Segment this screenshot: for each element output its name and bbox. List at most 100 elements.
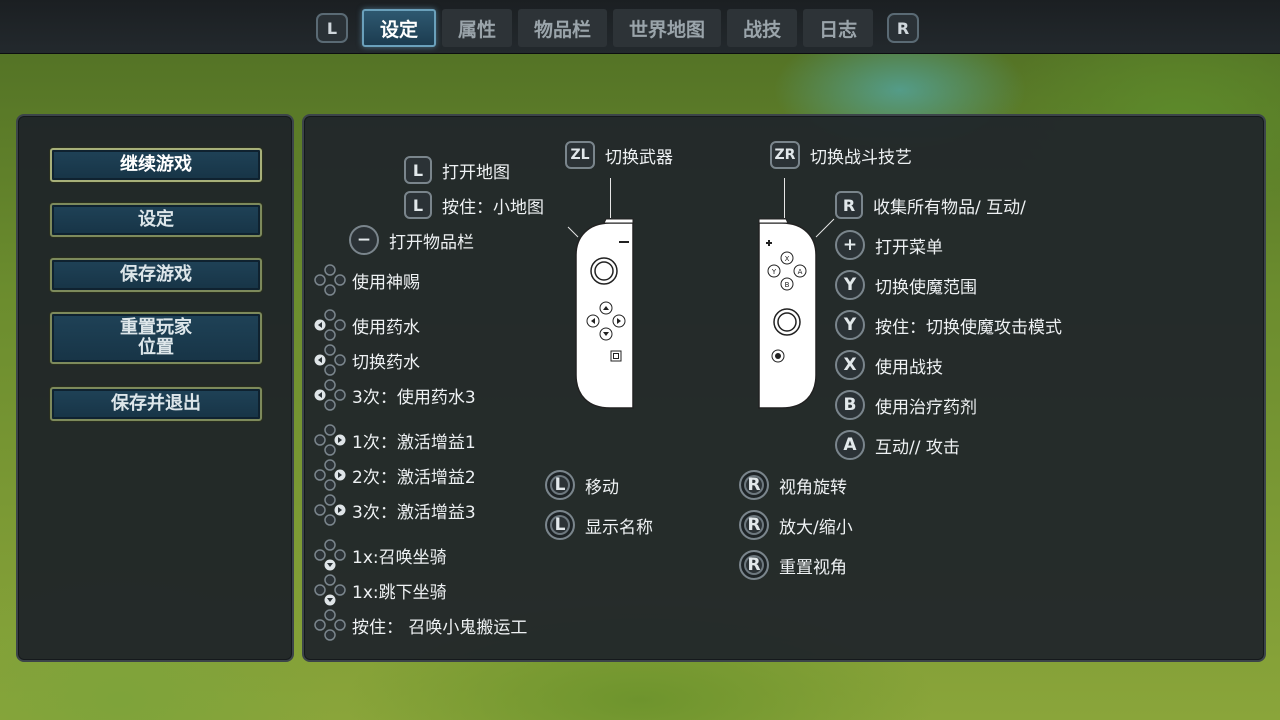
leader-line — [784, 178, 785, 218]
control-row-rotate-camera: R 视角旋转 — [739, 470, 847, 500]
control-row-potion-3: 3次：使用药水3 — [314, 379, 476, 411]
control-row-familiar-attack-mode: Y 按住：切换使魔攻击模式 — [835, 310, 1062, 340]
control-row-open-map: L 打开地图 — [404, 155, 510, 185]
minus-button-icon: − — [349, 225, 379, 255]
control-label: 2次：激活增益2 — [352, 467, 476, 488]
control-row-summon-imp: 按住： 召唤小鬼搬运工 — [314, 609, 528, 641]
control-label: 视角旋转 — [779, 477, 847, 498]
control-label: 按住：小地图 — [442, 197, 544, 218]
svg-text:A: A — [798, 268, 803, 276]
control-row-use-blessing: 使用神赐 — [314, 264, 420, 296]
save-game-button[interactable]: 保存游戏 — [50, 258, 262, 292]
tab-journal[interactable]: 日志 — [803, 9, 874, 47]
control-label: 移动 — [585, 477, 619, 498]
leader-line — [610, 178, 611, 218]
pause-menu-panel: 继续游戏 设定 保存游戏 重置玩家 位置 保存并退出 — [16, 114, 294, 662]
r-button-icon: R — [835, 191, 863, 219]
control-label: 切换药水 — [352, 352, 420, 373]
l-button-icon: L — [404, 191, 432, 219]
control-row-buff-3: 3次：激活增益3 — [314, 494, 476, 526]
control-label: 互动// 攻击 — [875, 437, 960, 458]
right-stick-press-icon: R — [739, 550, 769, 580]
control-label: 1x:跳下坐骑 — [352, 582, 447, 603]
control-row-move: L 移动 — [545, 470, 619, 500]
dpad-right-icon — [314, 424, 346, 456]
dpad-icon — [314, 609, 346, 641]
svg-text:B: B — [785, 281, 790, 289]
svg-text:X: X — [785, 255, 790, 263]
right-joycon-icon: X BY A — [758, 218, 835, 409]
control-row-familiar-range: Y 切换使魔范围 — [835, 270, 977, 300]
a-button-icon: A — [835, 430, 865, 460]
reset-player-position-button[interactable]: 重置玩家 位置 — [50, 312, 262, 364]
control-row-zoom: R 放大/缩小 — [739, 510, 853, 540]
dpad-left-icon — [314, 344, 346, 376]
dpad-right-icon — [314, 494, 346, 526]
control-row-switch-combat-art: ZR 切换战斗技艺 — [770, 140, 912, 170]
control-row-dismount: 1x:跳下坐骑 — [314, 574, 447, 606]
control-label: 按住： 召唤小鬼搬运工 — [352, 617, 528, 638]
control-row-open-menu: + 打开菜单 — [835, 230, 943, 260]
y-button-icon: Y — [835, 270, 865, 300]
control-row-use-healing: B 使用治疗药剂 — [835, 390, 977, 420]
control-label: 切换使魔范围 — [875, 277, 977, 298]
right-stick-vertical-icon: R — [739, 510, 769, 540]
control-label: 重置视角 — [779, 557, 847, 578]
control-row-summon-mount: 1x:召唤坐骑 — [314, 539, 447, 571]
control-label: 切换武器 — [605, 147, 673, 168]
control-row-switch-potion: 切换药水 — [314, 344, 420, 376]
control-row-show-names: L 显示名称 — [545, 510, 653, 540]
control-label: 使用治疗药剂 — [875, 397, 977, 418]
tab-combat-arts[interactable]: 战技 — [727, 9, 798, 47]
save-and-quit-button[interactable]: 保存并退出 — [50, 387, 262, 421]
control-row-use-potion: 使用药水 — [314, 309, 420, 341]
dpad-icon — [314, 264, 346, 296]
tab-world-map[interactable]: 世界地图 — [613, 9, 722, 47]
control-label: 使用神赐 — [352, 272, 420, 293]
dpad-down-icon — [314, 574, 346, 606]
l-bumper-icon[interactable]: L — [316, 13, 348, 43]
continue-game-button[interactable]: 继续游戏 — [50, 148, 262, 182]
control-label: 放大/缩小 — [779, 517, 853, 538]
settings-button[interactable]: 设定 — [50, 203, 262, 237]
control-label: 3次：激活增益3 — [352, 502, 476, 523]
y-button-icon: Y — [835, 310, 865, 340]
dpad-left-icon — [314, 309, 346, 341]
left-stick-icon: L — [545, 470, 575, 500]
control-label: 切换战斗技艺 — [810, 147, 912, 168]
right-stick-horizontal-icon: R — [739, 470, 769, 500]
dpad-down-icon — [314, 539, 346, 571]
control-row-collect-all: R 收集所有物品/ 互动/ — [835, 190, 1026, 220]
dpad-right-icon — [314, 459, 346, 491]
svg-text:Y: Y — [771, 268, 777, 276]
control-label: 打开地图 — [442, 162, 510, 183]
control-label: 收集所有物品/ 互动/ — [873, 197, 1026, 218]
control-label: 打开菜单 — [875, 237, 943, 258]
control-row-open-inventory: − 打开物品栏 — [349, 225, 474, 255]
control-row-buff-2: 2次：激活增益2 — [314, 459, 476, 491]
control-row-minimap: L 按住：小地图 — [404, 190, 544, 220]
plus-button-icon: + — [835, 230, 865, 260]
control-label: 使用药水 — [352, 317, 420, 338]
left-stick-press-icon: L — [545, 510, 575, 540]
zl-button-icon: ZL — [565, 141, 595, 169]
top-tab-bar: L 设定 属性 物品栏 世界地图 战技 日志 R — [0, 0, 1280, 54]
control-label: 1次：激活增益1 — [352, 432, 476, 453]
l-button-icon: L — [404, 156, 432, 184]
control-row-switch-weapon: ZL 切换武器 — [565, 140, 673, 170]
control-label: 显示名称 — [585, 517, 653, 538]
control-label: 1x:召唤坐骑 — [352, 547, 447, 568]
x-button-icon: X — [835, 350, 865, 380]
control-row-use-combat-art: X 使用战技 — [835, 350, 943, 380]
control-label: 打开物品栏 — [389, 232, 474, 253]
r-bumper-icon[interactable]: R — [887, 13, 920, 43]
control-label: 使用战技 — [875, 357, 943, 378]
control-row-reset-camera: R 重置视角 — [739, 550, 847, 580]
b-button-icon: B — [835, 390, 865, 420]
dpad-left-icon — [314, 379, 346, 411]
tab-inventory[interactable]: 物品栏 — [518, 9, 608, 47]
tab-strip: L 设定 属性 物品栏 世界地图 战技 日志 R — [316, 8, 920, 48]
tab-settings[interactable]: 设定 — [362, 9, 437, 47]
tab-attributes[interactable]: 属性 — [442, 9, 513, 47]
control-row-buff-1: 1次：激活增益1 — [314, 424, 476, 456]
